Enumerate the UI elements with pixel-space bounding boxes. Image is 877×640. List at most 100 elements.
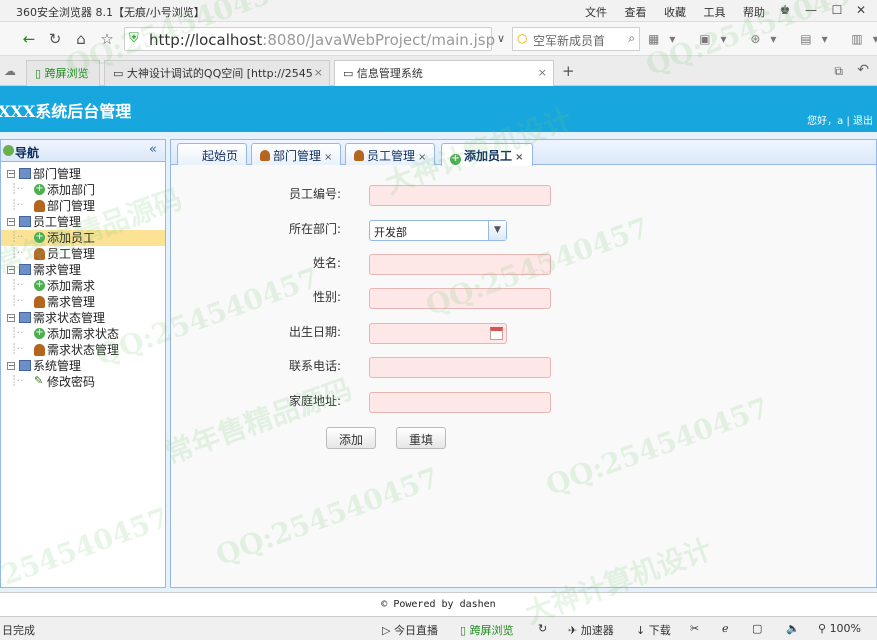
- collapse-toggle-icon[interactable]: −: [7, 170, 15, 178]
- user-logout-link[interactable]: 您好，a | 退出: [807, 112, 873, 127]
- menu-file[interactable]: 文件: [585, 6, 607, 19]
- toolbar-extensions[interactable]: ▦▾ ▣▾ ⊛▾ ▤▾ ▥▾ ▧▾ ⚲▾: [648, 32, 877, 46]
- tab-label: 员工管理: [367, 149, 416, 163]
- tree-node[interactable]: ┊·· 部门管理: [1, 198, 165, 214]
- phone-label: 联系电话:: [288, 359, 341, 373]
- back-icon[interactable]: ←: [18, 28, 40, 50]
- tree-node[interactable]: ┊·· 员工管理: [1, 246, 165, 262]
- close-icon[interactable]: ✕: [851, 2, 871, 18]
- volume-icon[interactable]: 🔈: [786, 622, 800, 635]
- tree-node[interactable]: ┊·· ✎ 修改密码: [1, 374, 165, 390]
- undo-close-icon[interactable]: ↶: [857, 62, 869, 78]
- maximize-icon[interactable]: ☐: [827, 2, 847, 18]
- tree-node[interactable]: ┊·· + 添加员工: [1, 230, 165, 246]
- tree-node[interactable]: ┊·· + 添加需求状态: [1, 326, 165, 342]
- browser-window: { "browser": { "title": "360安全浏览器 8.1【无痕…: [0, 0, 877, 640]
- tree-node[interactable]: ┊·· + 添加部门: [1, 182, 165, 198]
- app-header: XXX系统后台管理 您好，a | 退出: [0, 86, 877, 132]
- birthday-input[interactable]: [369, 323, 507, 344]
- accelerator-button[interactable]: ✈ 加速器: [568, 622, 614, 638]
- tab-close-icon[interactable]: ×: [538, 66, 547, 79]
- add-icon: +: [34, 183, 45, 195]
- collapse-toggle-icon[interactable]: −: [7, 314, 15, 322]
- tree-node[interactable]: ┊·· + 添加需求: [1, 278, 165, 294]
- collapse-toggle-icon[interactable]: −: [7, 362, 15, 370]
- tree-node[interactable]: ┊·· 需求管理: [1, 294, 165, 310]
- ie-icon[interactable]: ℯ: [722, 622, 729, 635]
- phone-icon: ▯: [460, 624, 467, 637]
- tab-label: 添加员工: [464, 149, 513, 163]
- tab-close-icon[interactable]: ×: [324, 152, 332, 163]
- tab-close-icon[interactable]: ×: [418, 152, 426, 163]
- browser-tab-strip: ☁ ▯ 跨屏浏览 ▭ 大神设计调试的QQ空间 [http://2545 × ▭ 信…: [0, 56, 877, 86]
- browser-tab-crossscreen[interactable]: ▯ 跨屏浏览: [26, 60, 100, 86]
- url-input[interactable]: ⛨ http://localhost:8080/JavaWebProject/m…: [124, 27, 495, 51]
- minimize-icon[interactable]: —: [801, 2, 821, 18]
- new-tab-icon[interactable]: +: [562, 62, 575, 80]
- submit-button[interactable]: 添加: [326, 427, 377, 449]
- employee-no-input[interactable]: [369, 185, 551, 206]
- window-icon[interactable]: ▢: [752, 622, 762, 635]
- status-item-label: 跨屏浏览: [469, 624, 514, 637]
- tree-line: ┊··: [11, 280, 24, 291]
- collapse-toggle-icon[interactable]: −: [7, 218, 15, 226]
- tab-department[interactable]: 部门管理 ×: [251, 143, 341, 165]
- tree-node-label: 添加需求状态: [47, 327, 120, 341]
- collapse-icon[interactable]: «: [149, 142, 157, 157]
- menu-help[interactable]: 帮助: [743, 6, 765, 19]
- star-icon[interactable]: ☆: [96, 28, 118, 50]
- refresh-icon[interactable]: ↻: [44, 28, 66, 50]
- collapse-toggle-icon[interactable]: −: [7, 266, 15, 274]
- tree-node[interactable]: − 需求管理: [1, 262, 165, 278]
- name-label: 姓名:: [312, 256, 341, 270]
- status-item-label: 下载: [648, 624, 671, 637]
- tab-employee[interactable]: 员工管理 ×: [345, 143, 435, 165]
- tab-close-icon[interactable]: ×: [314, 66, 323, 79]
- calendar-icon[interactable]: [490, 327, 503, 340]
- tree-node[interactable]: − 员工管理: [1, 214, 165, 230]
- address-input[interactable]: [369, 392, 551, 413]
- phone-input[interactable]: [369, 357, 551, 378]
- search-engine-icon: ○: [517, 31, 528, 45]
- chevron-down-icon[interactable]: ∨: [490, 28, 512, 50]
- browser-tab-qq[interactable]: ▭ 大神设计调试的QQ空间 [http://2545 ×: [104, 60, 330, 86]
- tree-line: ┊··: [11, 344, 24, 355]
- zoom-control[interactable]: ⚲ 100%: [818, 622, 861, 635]
- chevron-down-icon[interactable]: ▼: [488, 221, 506, 240]
- department-value: 开发部: [374, 226, 407, 239]
- tab-restore-icon[interactable]: ⧉: [834, 64, 843, 79]
- skin-icon[interactable]: ♚: [775, 2, 795, 18]
- browser-tab-active[interactable]: ▭ 信息管理系统 ×: [334, 60, 554, 86]
- department-select[interactable]: 开发部 ▼: [369, 220, 507, 241]
- tree-node-label: 需求管理: [33, 263, 82, 277]
- refresh-status-icon[interactable]: ↻: [538, 622, 547, 635]
- tree-node[interactable]: − 部门管理: [1, 166, 165, 182]
- tab-label: 信息管理系统: [356, 67, 423, 80]
- tree-node[interactable]: − 系统管理: [1, 358, 165, 374]
- tab-start-page[interactable]: 起始页: [177, 143, 247, 165]
- add-icon: +: [450, 153, 461, 165]
- name-input[interactable]: [369, 254, 551, 275]
- cloud-icon[interactable]: ☁: [4, 64, 16, 78]
- menu-favorites[interactable]: 收藏: [664, 6, 686, 19]
- tab-close-icon[interactable]: ×: [515, 152, 523, 163]
- browser-title-bar: 360安全浏览器 8.1【无痕/小号浏览】 文件 查看 收藏 工具 帮助 ♚ —…: [0, 0, 877, 22]
- tab-add-employee[interactable]: + 添加员工 ×: [441, 143, 533, 166]
- search-input[interactable]: ○ 空军新成员首 ⌕: [512, 27, 640, 51]
- menu-tools[interactable]: 工具: [704, 6, 726, 19]
- status-item-label: 今日直播: [393, 624, 438, 637]
- tab-label: 跨屏浏览: [44, 67, 89, 80]
- gender-input[interactable]: [369, 288, 551, 309]
- download-button[interactable]: ↓ 下载: [636, 622, 671, 638]
- crossscreen-button[interactable]: ▯ 跨屏浏览: [460, 622, 514, 638]
- search-icon[interactable]: ⌕: [628, 31, 635, 46]
- screenshot-icon[interactable]: ✂: [690, 622, 699, 635]
- tree-node[interactable]: ┊·· 需求状态管理: [1, 342, 165, 358]
- tree-node[interactable]: − 需求状态管理: [1, 310, 165, 326]
- reset-button[interactable]: 重填: [396, 427, 447, 449]
- menu-view[interactable]: 查看: [625, 6, 647, 19]
- browser-title: 360安全浏览器 8.1【无痕/小号浏览】: [16, 6, 205, 19]
- tree-line: ┊··: [11, 328, 24, 339]
- home-icon[interactable]: ⌂: [70, 28, 92, 50]
- live-button[interactable]: ▷ 今日直播: [382, 622, 438, 638]
